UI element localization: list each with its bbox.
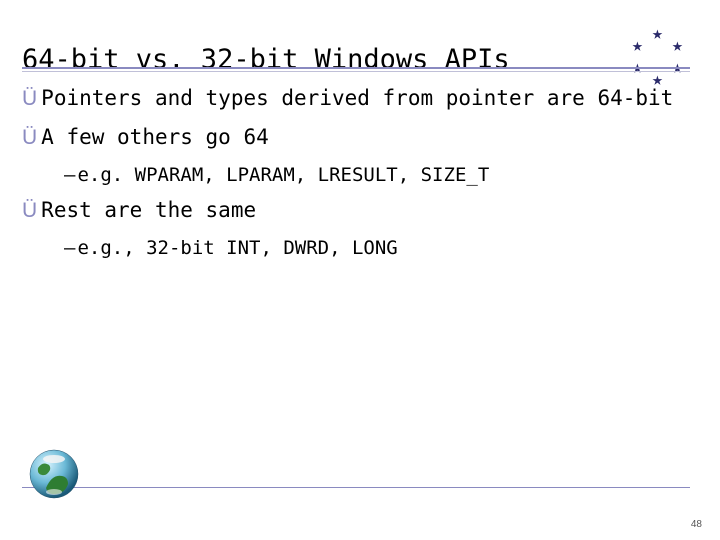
bullet-text: Rest are the same (41, 198, 256, 222)
bullet-level-1: ÜRest are the same (22, 196, 690, 225)
bullet-arrow-icon: Ü (22, 87, 37, 110)
footer-underline (22, 487, 690, 488)
bullet-level-1: ÜA few others go 64 (22, 123, 690, 152)
title-underline (22, 67, 690, 69)
star-icon: ★ (632, 60, 643, 78)
bullet-text: Pointers and types derived from pointer … (41, 86, 673, 110)
sub-bullet-dash-icon: – (64, 237, 75, 259)
globe-icon (28, 448, 80, 500)
slide: 64-bit vs. 32-bit Windows APIs ★ ★ ★ ★ ★… (0, 0, 720, 540)
bullet-level-2: –e.g. WPARAM, LPARAM, LRESULT, SIZE_T (64, 163, 690, 189)
star-icon: ★ (672, 60, 683, 78)
page-number: 48 (691, 519, 702, 530)
bullet-text: e.g. WPARAM, LPARAM, LRESULT, SIZE_T (77, 164, 489, 186)
bullet-text: A few others go 64 (41, 125, 269, 149)
bullet-text: e.g., 32-bit INT, DWRD, LONG (77, 237, 397, 259)
star-icon: ★ (632, 38, 643, 56)
slide-title: 64-bit vs. 32-bit Windows APIs (22, 44, 510, 75)
bullet-arrow-icon: Ü (22, 199, 37, 222)
star-icon: ★ (652, 26, 663, 44)
star-icon: ★ (672, 38, 683, 56)
bullet-level-1: ÜPointers and types derived from pointer… (22, 84, 690, 113)
content-area: ÜPointers and types derived from pointer… (22, 82, 690, 269)
title-row: 64-bit vs. 32-bit Windows APIs ★ ★ ★ ★ ★… (22, 28, 690, 90)
bullet-arrow-icon: Ü (22, 126, 37, 149)
star-ring-icon: ★ ★ ★ ★ ★ ★ (628, 28, 690, 90)
bullet-level-2: –e.g., 32-bit INT, DWRD, LONG (64, 236, 690, 262)
sub-bullet-dash-icon: – (64, 164, 75, 186)
